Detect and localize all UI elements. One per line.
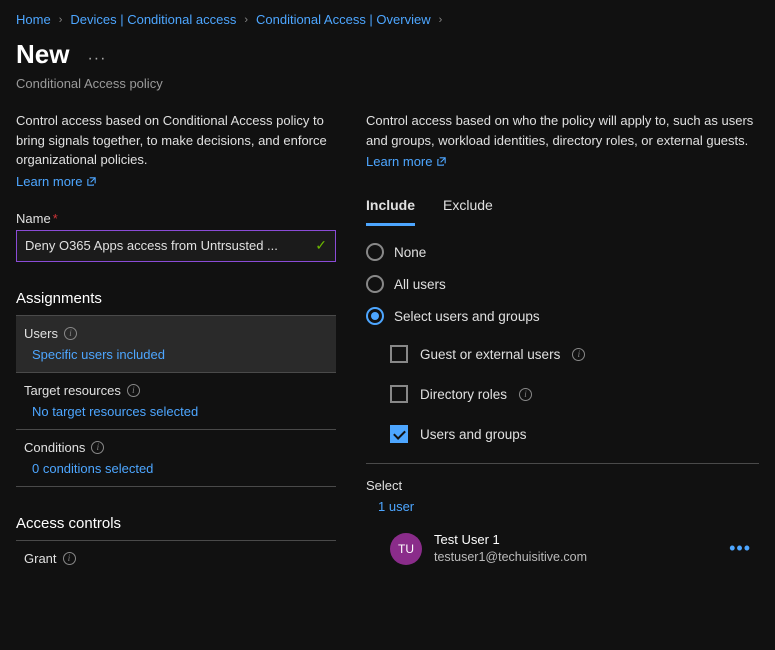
conditions-setting-row[interactable]: Conditions i 0 conditions selected — [16, 430, 336, 487]
chevron-right-icon: › — [59, 14, 63, 26]
assignments-heading: Assignments — [16, 284, 336, 316]
users-label: Users — [24, 326, 58, 341]
target-resources-value-link[interactable]: No target resources selected — [32, 404, 198, 419]
grant-label: Grant — [24, 551, 57, 566]
policy-name-input[interactable]: Deny O365 Apps access from Untrsusted ..… — [16, 230, 336, 262]
checkbox-icon — [390, 385, 408, 403]
external-link-icon — [436, 156, 447, 167]
checkbox-directory-roles[interactable]: Directory roles i — [390, 385, 759, 403]
info-icon[interactable]: i — [64, 327, 77, 340]
checkbox-users-groups[interactable]: Users and groups — [390, 425, 759, 443]
info-icon[interactable]: i — [91, 441, 104, 454]
user-scope-radio-group: None All users Select users and groups — [366, 243, 759, 325]
conditions-label: Conditions — [24, 440, 85, 455]
users-setting-row[interactable]: Users i Specific users included — [16, 316, 336, 373]
info-icon[interactable]: i — [127, 384, 140, 397]
chevron-right-icon: › — [244, 14, 248, 26]
avatar: TU — [390, 533, 422, 565]
target-resources-label: Target resources — [24, 383, 121, 398]
radio-all-users[interactable]: All users — [366, 275, 759, 293]
page-title: New — [16, 39, 69, 70]
radio-icon — [366, 307, 384, 325]
user-email: testuser1@techuisitive.com — [434, 549, 717, 565]
info-icon[interactable]: i — [572, 348, 585, 361]
user-more-actions-button[interactable]: ••• — [729, 538, 759, 559]
radio-icon — [366, 243, 384, 261]
checkbox-icon — [390, 345, 408, 363]
external-link-icon — [86, 176, 97, 187]
selected-users-link[interactable]: 1 user — [366, 499, 414, 514]
radio-select-users-groups[interactable]: Select users and groups — [366, 307, 759, 325]
divider — [366, 463, 759, 464]
info-icon[interactable]: i — [63, 552, 76, 565]
target-resources-setting-row[interactable]: Target resources i No target resources s… — [16, 373, 336, 430]
users-value-link[interactable]: Specific users included — [32, 347, 165, 362]
radio-none[interactable]: None — [366, 243, 759, 261]
breadcrumb-ca-overview[interactable]: Conditional Access | Overview — [256, 12, 431, 27]
checkbox-guest-external[interactable]: Guest or external users i — [390, 345, 759, 363]
checkbox-icon — [390, 425, 408, 443]
selected-user-row: TU Test User 1 testuser1@techuisitive.co… — [366, 532, 759, 565]
learn-more-link-left[interactable]: Learn more — [16, 174, 97, 189]
learn-more-link-right[interactable]: Learn more — [366, 154, 447, 169]
info-icon[interactable]: i — [519, 388, 532, 401]
user-name: Test User 1 — [434, 532, 717, 549]
name-field-label: Name* — [16, 211, 336, 226]
radio-icon — [366, 275, 384, 293]
left-intro-text: Control access based on Conditional Acce… — [16, 111, 336, 170]
more-actions-button[interactable]: ··· — [87, 50, 106, 74]
page-subtitle: Conditional Access policy — [0, 74, 775, 111]
breadcrumb-home[interactable]: Home — [16, 12, 51, 27]
select-label: Select — [366, 478, 759, 493]
tab-include[interactable]: Include — [366, 191, 415, 226]
right-intro-text: Control access based on who the policy w… — [366, 111, 759, 150]
breadcrumb: Home › Devices | Conditional access › Co… — [0, 0, 775, 35]
breadcrumb-devices[interactable]: Devices | Conditional access — [70, 12, 236, 27]
tab-exclude[interactable]: Exclude — [443, 191, 493, 226]
conditions-value-link[interactable]: 0 conditions selected — [32, 461, 153, 476]
grant-setting-row[interactable]: Grant i — [16, 541, 336, 576]
chevron-right-icon: › — [439, 14, 443, 26]
sub-options-group: Guest or external users i Directory role… — [390, 345, 759, 443]
access-controls-heading: Access controls — [16, 509, 336, 541]
required-indicator: * — [53, 211, 58, 226]
validation-check-icon: ✓ — [315, 237, 327, 254]
policy-name-value: Deny O365 Apps access from Untrsusted ..… — [25, 238, 309, 253]
include-exclude-tabs: Include Exclude — [366, 191, 759, 227]
